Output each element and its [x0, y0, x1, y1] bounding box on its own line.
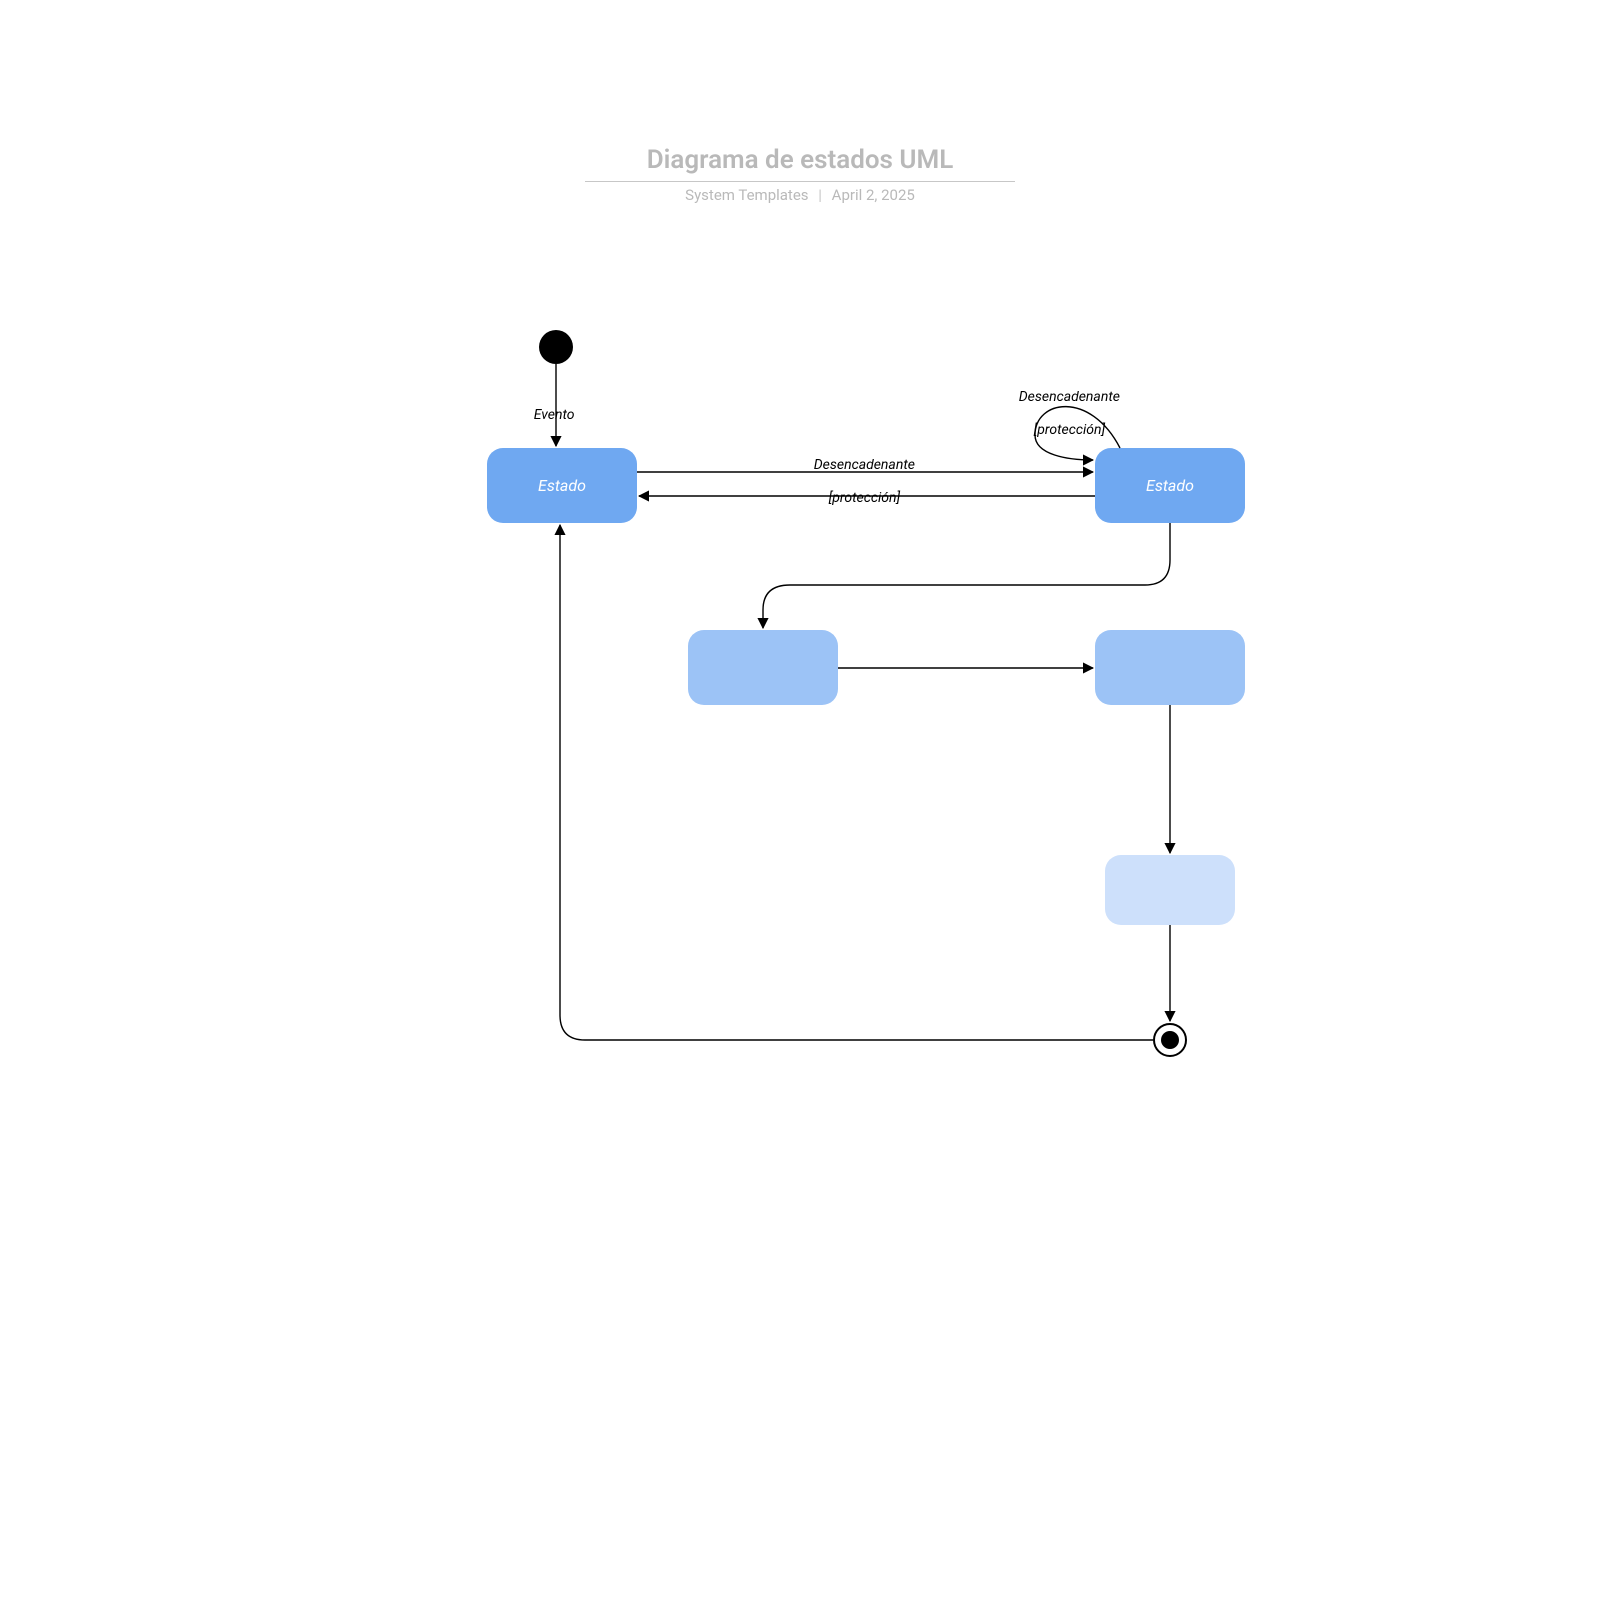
- initial-state-node[interactable]: [539, 330, 573, 364]
- state-label: Estado: [538, 476, 586, 495]
- edge-s2-s3: [763, 523, 1170, 628]
- diagram-subtitle: System Templates | April 2, 2025: [0, 186, 1600, 204]
- state-node-s1[interactable]: Estado: [487, 448, 637, 523]
- edge-label-evento: Evento: [520, 390, 575, 440]
- edges-layer: [0, 0, 1600, 1600]
- diagram-title: Diagrama de estados UML: [0, 145, 1600, 175]
- edge-guard-text: [protección]: [829, 490, 900, 506]
- edge-label-s1-s2: Desencadenante [protección]: [800, 440, 915, 524]
- edge-label-text: Evento: [534, 407, 575, 423]
- edge-final-s1: [560, 525, 1153, 1040]
- diagram-author: System Templates: [685, 186, 808, 204]
- edge-label-selfloop: Desencadenante [protección]: [1005, 372, 1120, 456]
- final-state-node[interactable]: [1153, 1023, 1187, 1057]
- subtitle-separator: |: [818, 186, 822, 204]
- state-node-s3[interactable]: [688, 630, 838, 705]
- state-node-s4[interactable]: [1095, 630, 1245, 705]
- diagram-date: April 2, 2025: [832, 186, 915, 204]
- state-node-s2[interactable]: Estado: [1095, 448, 1245, 523]
- state-node-s5[interactable]: [1105, 855, 1235, 925]
- title-divider: [585, 181, 1015, 182]
- edge-label-text: Desencadenante: [814, 457, 915, 473]
- state-label: Estado: [1146, 476, 1194, 495]
- edge-label-text: Desencadenante: [1019, 389, 1120, 405]
- edge-guard-text: [protección]: [1034, 422, 1105, 438]
- diagram-header: Diagrama de estados UML System Templates…: [0, 145, 1600, 204]
- diagram-canvas: Diagrama de estados UML System Templates…: [0, 0, 1600, 1600]
